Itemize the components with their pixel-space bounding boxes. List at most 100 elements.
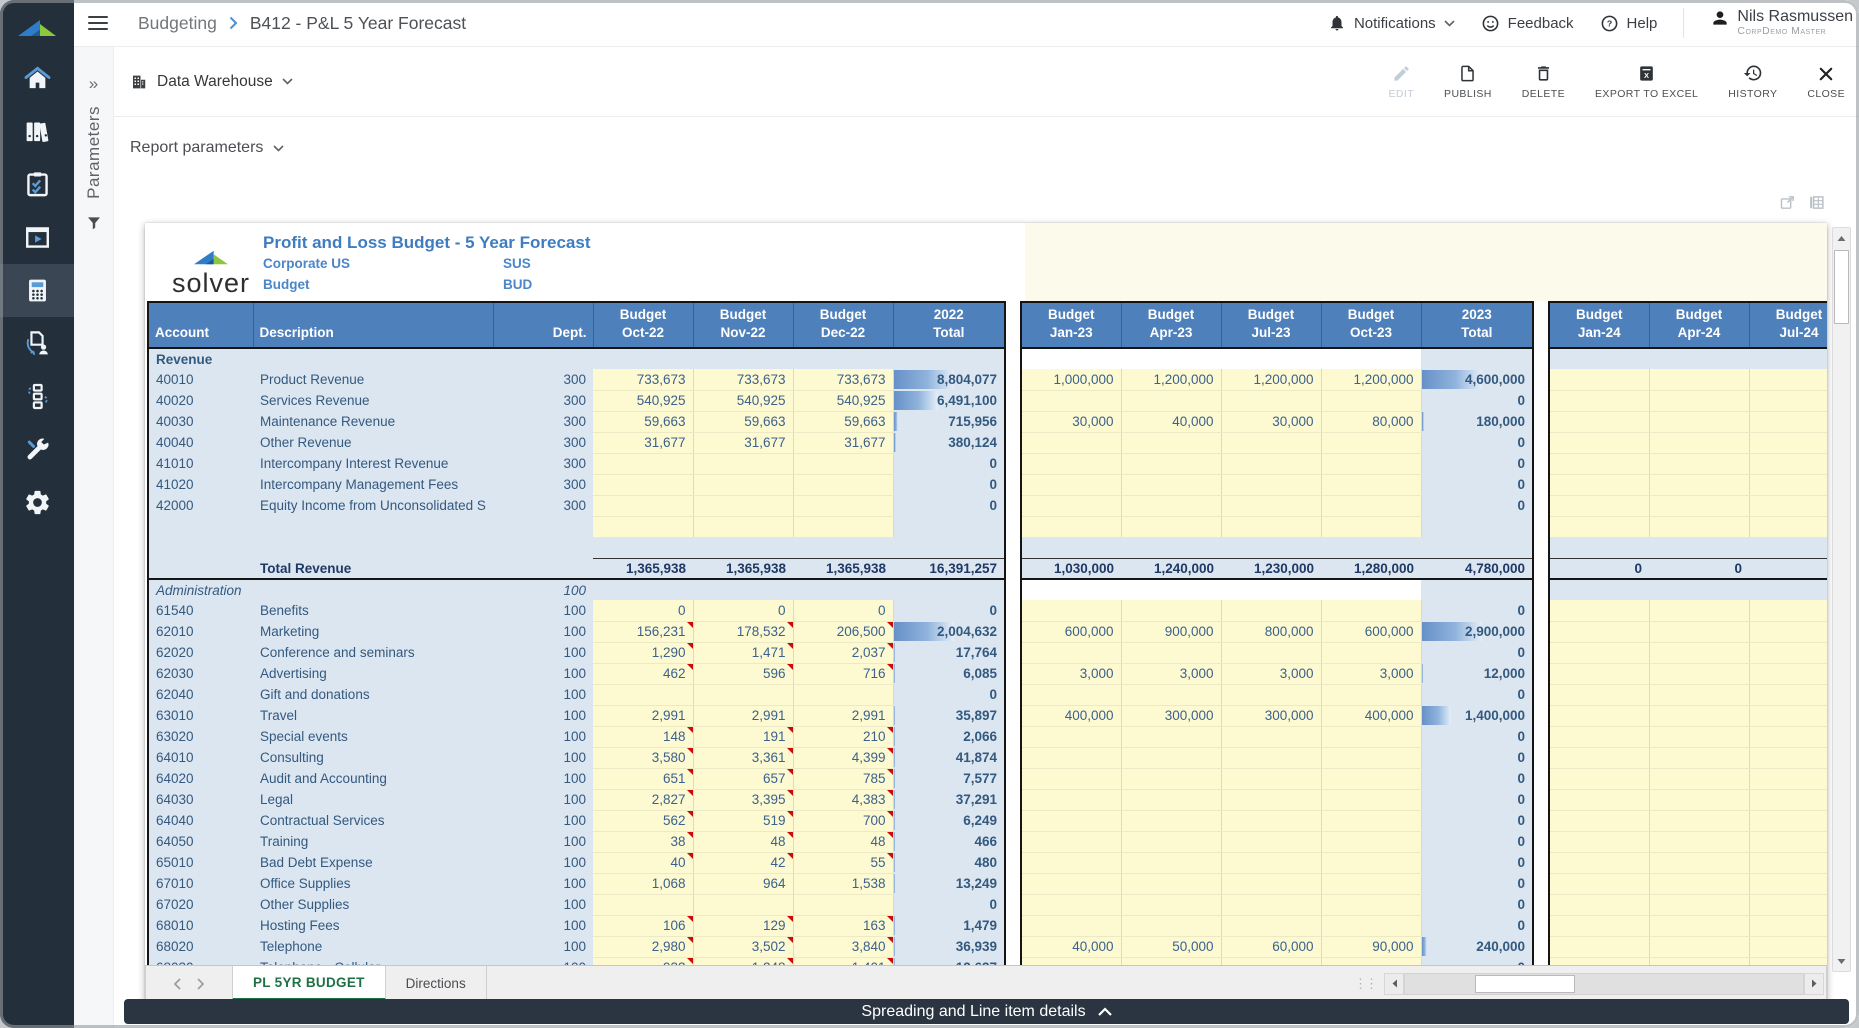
grid-cell[interactable] <box>1321 474 1421 495</box>
dept-cell[interactable]: 100 <box>493 600 593 621</box>
description-cell[interactable]: Contractual Services <box>253 810 493 831</box>
grid-cell[interactable] <box>1021 684 1121 705</box>
grid-cell[interactable]: 59,663 <box>593 411 693 432</box>
scrollbar-grip-icon[interactable]: ⋮⋮ <box>1354 976 1376 992</box>
grid-cell[interactable]: 0 <box>793 600 893 621</box>
account-cell[interactable]: 41020 <box>148 474 253 495</box>
dept-cell[interactable]: 300 <box>493 369 593 390</box>
grid-cell[interactable] <box>1121 810 1221 831</box>
grid-cell[interactable]: 2,980 <box>593 936 693 957</box>
grid-cell[interactable] <box>1221 348 1321 369</box>
grid-cell[interactable]: 2,991 <box>593 705 693 726</box>
grid-cell[interactable] <box>1549 642 1649 663</box>
grid-cell[interactable] <box>1649 642 1749 663</box>
grid-total-cell[interactable]: 37,291 <box>893 789 1005 810</box>
grid-cell[interactable] <box>1321 600 1421 621</box>
filter-icon[interactable] <box>86 215 102 231</box>
account-cell[interactable]: 40020 <box>148 390 253 411</box>
grid-cell[interactable] <box>793 537 893 558</box>
tab-next-icon[interactable] <box>197 978 205 990</box>
grid-cell[interactable]: 540,925 <box>693 390 793 411</box>
grid-total-cell[interactable]: 0 <box>1421 600 1533 621</box>
grid-cell[interactable] <box>1549 516 1649 537</box>
grid-cell[interactable] <box>1749 684 1827 705</box>
grid-cell[interactable] <box>1549 726 1649 747</box>
account-cell[interactable]: 61540 <box>148 600 253 621</box>
grid-cell[interactable] <box>1549 663 1649 684</box>
grid-cell[interactable] <box>1749 768 1827 789</box>
grid-cell[interactable] <box>1321 957 1421 965</box>
grid-cell[interactable] <box>1121 579 1221 600</box>
dept-cell[interactable]: 300 <box>493 453 593 474</box>
grid-cell[interactable] <box>1749 516 1827 537</box>
grid-cell[interactable]: 178,532 <box>693 621 793 642</box>
grid-total-cell[interactable]: 0 <box>1421 810 1533 831</box>
grid-cell[interactable] <box>1649 747 1749 768</box>
grid-cell[interactable] <box>593 684 693 705</box>
grid-total-cell[interactable]: 0 <box>1421 747 1533 768</box>
dept-cell[interactable]: 300 <box>493 495 593 516</box>
grid-cell[interactable] <box>1649 453 1749 474</box>
popout-icon[interactable] <box>1779 194 1796 211</box>
report-parameters-toggle[interactable]: Report parameters <box>130 139 284 157</box>
grid-cell[interactable] <box>1121 453 1221 474</box>
grid-cell[interactable]: 3,000 <box>1021 663 1121 684</box>
grid-cell[interactable] <box>1749 705 1827 726</box>
grid-total-cell[interactable]: 480 <box>893 852 1005 873</box>
description-cell[interactable]: Product Revenue <box>253 369 493 390</box>
grid-cell[interactable]: 1,240,000 <box>1121 558 1221 579</box>
grid-cell[interactable]: 964 <box>693 873 793 894</box>
sidebar-item-tasks[interactable] <box>0 158 74 211</box>
help-button[interactable]: ? Help <box>1600 14 1658 33</box>
scroll-right-button[interactable] <box>1804 973 1824 995</box>
grid-cell[interactable] <box>253 516 493 537</box>
grid-cell[interactable]: 40,000 <box>1121 411 1221 432</box>
grid-total-cell[interactable]: 0 <box>1421 453 1533 474</box>
grid-total-cell[interactable]: 466 <box>893 831 1005 852</box>
description-cell[interactable]: Telephone - Cellular <box>253 957 493 965</box>
grid-cell[interactable] <box>1121 789 1221 810</box>
grid-cell[interactable] <box>693 537 793 558</box>
grid-cell[interactable]: 733,673 <box>593 369 693 390</box>
grid-total-cell[interactable]: 0 <box>893 894 1005 915</box>
grid-cell[interactable] <box>1649 957 1749 965</box>
grid-cell[interactable] <box>593 894 693 915</box>
grid-cell[interactable] <box>148 516 253 537</box>
feedback-button[interactable]: Feedback <box>1481 14 1574 33</box>
grid-cell[interactable]: 48 <box>693 831 793 852</box>
sidebar-item-archives[interactable] <box>0 105 74 158</box>
history-button[interactable]: HISTORY <box>1728 63 1777 100</box>
grid-total-cell[interactable]: 0 <box>1421 726 1533 747</box>
grid-cell[interactable]: 1,365,938 <box>693 558 793 579</box>
dept-cell[interactable]: 100 <box>493 768 593 789</box>
grid-cell[interactable]: 80,000 <box>1321 411 1421 432</box>
grid-cell[interactable]: 60,000 <box>1221 936 1321 957</box>
grid-cell[interactable] <box>1549 705 1649 726</box>
grid-cell[interactable] <box>1021 768 1121 789</box>
grid-cell[interactable] <box>1221 432 1321 453</box>
grid-cell[interactable] <box>1649 852 1749 873</box>
grid-total-cell[interactable]: 13,249 <box>893 873 1005 894</box>
grid-cell[interactable] <box>1549 474 1649 495</box>
grid-cell[interactable] <box>1549 432 1649 453</box>
description-cell[interactable]: Hosting Fees <box>253 915 493 936</box>
grid-cell[interactable] <box>1221 957 1321 965</box>
grid-cell[interactable]: 100 <box>493 579 593 600</box>
grid-cell[interactable] <box>593 516 693 537</box>
scroll-left-button[interactable] <box>1384 973 1404 995</box>
grid-cell[interactable] <box>1221 516 1321 537</box>
grid-total-cell[interactable]: 0 <box>1421 789 1533 810</box>
dept-cell[interactable]: 100 <box>493 936 593 957</box>
grid-cell[interactable] <box>693 894 793 915</box>
grid-cell[interactable] <box>1321 915 1421 936</box>
grid-cell[interactable] <box>1121 642 1221 663</box>
description-cell[interactable]: Equity Income from Unconsolidated S <box>253 495 493 516</box>
grid-cell[interactable] <box>1121 600 1221 621</box>
grid-cell[interactable] <box>1749 495 1827 516</box>
grid-cell[interactable]: 1,248 <box>693 957 793 965</box>
description-cell[interactable]: Marketing <box>253 621 493 642</box>
grid-cell[interactable] <box>793 453 893 474</box>
description-cell[interactable]: Intercompany Interest Revenue <box>253 453 493 474</box>
grid-total-cell[interactable]: 0 <box>1421 684 1533 705</box>
grid-cell[interactable]: 31,677 <box>693 432 793 453</box>
